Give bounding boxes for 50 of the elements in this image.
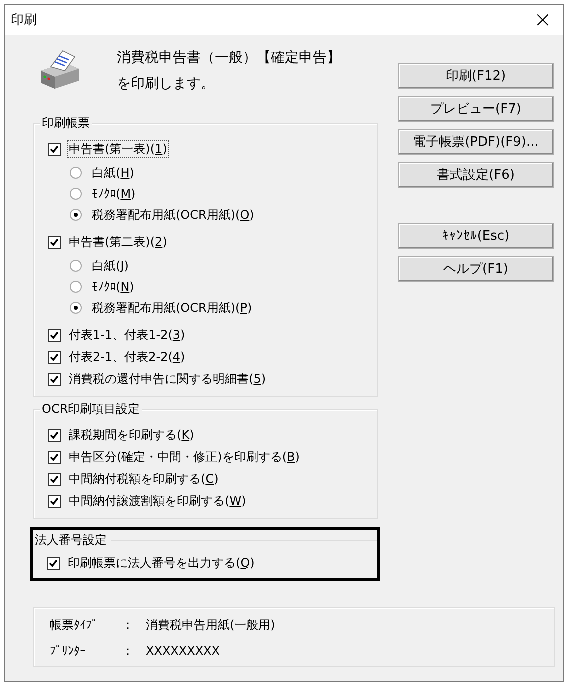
checkbox[interactable] <box>48 494 61 508</box>
checkbox[interactable] <box>48 236 61 248</box>
info-label: 帳票ﾀｲﾌﾟ <box>50 616 99 634</box>
dialog-button[interactable]: プレビュー(F7) <box>398 96 554 122</box>
radio-button[interactable] <box>70 260 82 272</box>
checkbox-label: 中間納付譲渡割額を印刷する(W) <box>68 493 248 510</box>
checkbox-label: 消費税の還付申告に関する明細書(5) <box>68 371 268 388</box>
checkbox[interactable] <box>48 428 61 442</box>
checkbox-label: 申告区分(確定・中間・修正)を印刷する(B) <box>68 449 301 466</box>
checkbox-label: 申告書(第二表)(2) <box>68 234 168 251</box>
dialog-button[interactable]: ｷｬﾝｾﾙ(Esc) <box>398 223 554 249</box>
checkbox[interactable] <box>48 472 61 486</box>
window-title: 印刷 <box>11 12 37 29</box>
checkbox-label: 付表1-1、付表1-2(3) <box>68 327 186 344</box>
dialog-button[interactable]: ヘルプ(F1) <box>398 256 554 282</box>
checkbox-label: 印刷帳票に法人番号を出力する(Q) <box>67 555 256 572</box>
dialog-button[interactable]: 電子帳票(PDF)(F9)... <box>398 129 554 155</box>
info-value: 消費税申告用紙(一般用) <box>146 616 276 634</box>
colon: ： <box>122 642 135 660</box>
colon: ： <box>122 616 135 634</box>
radio-label: 税務署配布用紙(OCR用紙)(P) <box>91 300 254 316</box>
message-text: 消費税申告書（一般）【確定申告】 <box>117 49 341 67</box>
checkbox[interactable] <box>48 350 61 364</box>
radio-label: 税務署配布用紙(OCR用紙)(O) <box>91 206 256 224</box>
checkbox-label: 中間納付税額を印刷する(C) <box>68 471 220 488</box>
radio-button[interactable] <box>70 188 82 200</box>
info-label: ﾌﾟﾘﾝﾀｰ <box>50 644 87 658</box>
group-title: 印刷帳票 <box>40 115 92 131</box>
radio-button[interactable] <box>70 208 82 220</box>
dialog-button[interactable]: 書式設定(F6) <box>398 162 554 188</box>
radio-label: ﾓﾉｸﾛ(N) <box>91 278 136 296</box>
close-button[interactable]: × <box>523 5 563 35</box>
group-title: OCR印刷項目設定 <box>40 401 142 417</box>
message-text: を印刷します。 <box>117 75 216 93</box>
info-value: XXXXXXXXX <box>146 644 220 658</box>
checkbox[interactable] <box>48 450 61 464</box>
checkbox[interactable] <box>48 328 61 342</box>
radio-label: 白紙(H) <box>91 164 136 182</box>
checkbox-label: 付表2-1、付表2-2(4) <box>68 349 186 366</box>
checkbox[interactable] <box>48 372 61 386</box>
radio-label: ﾓﾉｸﾛ(M) <box>91 186 137 202</box>
checkbox[interactable] <box>48 142 61 156</box>
radio-button[interactable] <box>70 166 82 178</box>
radio-label: 白紙(J) <box>91 258 130 274</box>
radio-button[interactable] <box>70 280 82 292</box>
radio-button[interactable] <box>70 302 82 314</box>
dialog-button[interactable]: 印刷(F12) <box>398 63 554 89</box>
checkbox-label: 課税期間を印刷する(K) <box>68 427 196 444</box>
checkbox[interactable] <box>47 556 60 570</box>
checkbox-label: 申告書(第一表)(1) <box>67 140 170 158</box>
